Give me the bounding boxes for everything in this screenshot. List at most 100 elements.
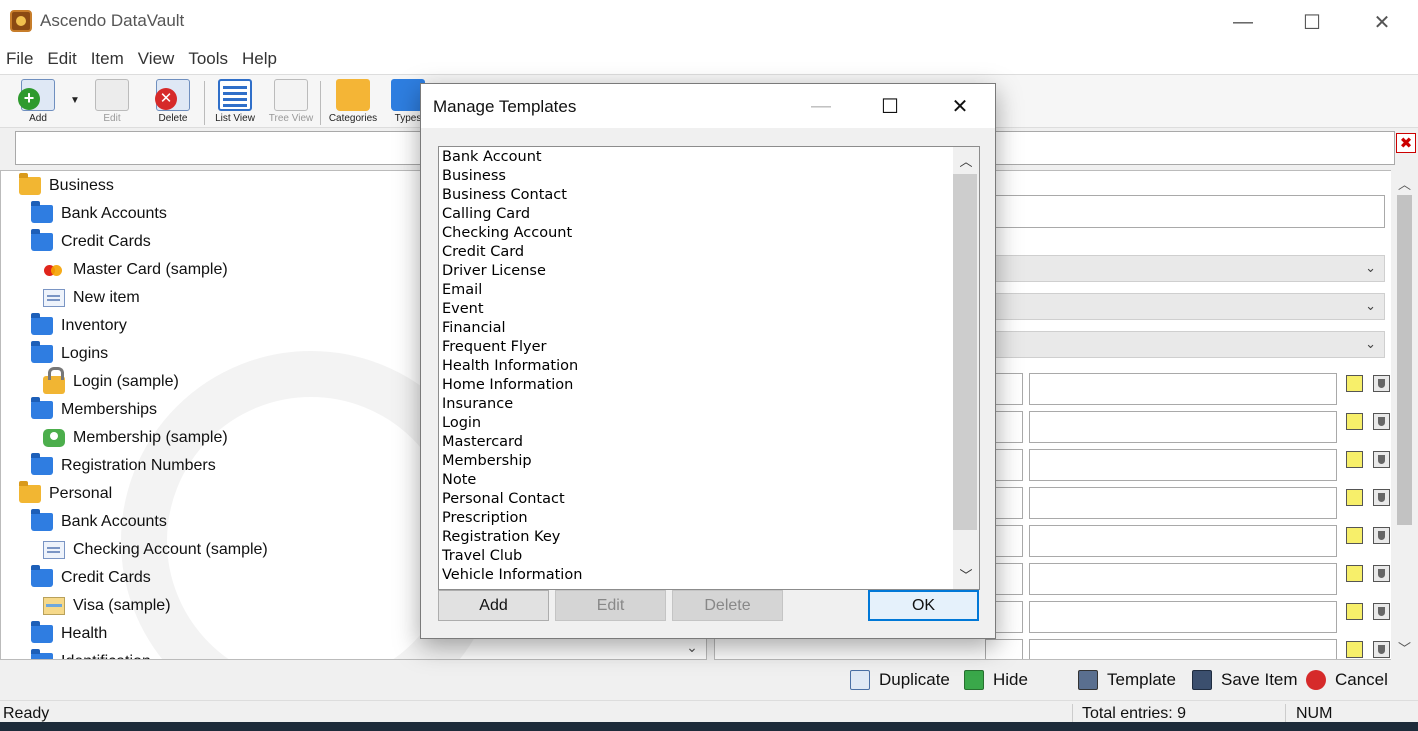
mask-field-icon[interactable] <box>1373 375 1390 392</box>
add-button[interactable]: + Add <box>8 79 68 127</box>
copy-clipboard-icon[interactable] <box>1346 527 1363 544</box>
ok-button[interactable]: OK <box>868 590 979 621</box>
cancel-button[interactable]: Cancel <box>1306 668 1388 692</box>
tree-item-category[interactable]: Registration Numbers <box>31 452 216 480</box>
delete-button[interactable]: ✕ Delete <box>143 79 203 127</box>
mask-field-icon[interactable] <box>1373 527 1390 544</box>
mask-field-icon[interactable] <box>1373 451 1390 468</box>
tree-item-category[interactable]: Health <box>31 620 107 648</box>
tree-item-category[interactable]: Business <box>19 172 114 200</box>
tree-item-entry[interactable]: Visa (sample) <box>43 592 171 620</box>
details-scrollbar[interactable]: ︿ ﹀ <box>1391 170 1418 660</box>
mask-field-icon[interactable] <box>1373 565 1390 582</box>
tree-item-entry[interactable]: New item <box>43 284 140 312</box>
save-item-button[interactable]: Save Item <box>1192 668 1298 692</box>
scroll-up-icon[interactable]: ︿ <box>1391 174 1418 194</box>
tree-item-category[interactable]: Identification <box>31 648 151 659</box>
tree-item-category[interactable]: Credit Cards <box>31 564 151 592</box>
mask-field-icon[interactable] <box>1373 413 1390 430</box>
template-delete-button[interactable]: Delete <box>672 590 783 621</box>
template-list-item[interactable]: Bank Account <box>442 148 542 167</box>
templates-scrollbar-thumb[interactable] <box>953 174 977 530</box>
tree-item-category[interactable]: Logins <box>31 340 108 368</box>
menu-edit[interactable]: Edit <box>47 49 76 69</box>
copy-clipboard-icon[interactable] <box>1346 375 1363 392</box>
minimize-button[interactable]: — <box>1208 0 1278 44</box>
edit-button[interactable]: Edit <box>82 79 142 127</box>
template-list-item[interactable]: Email <box>442 281 482 300</box>
template-list-item[interactable]: Credit Card <box>442 243 524 262</box>
tree-item-entry[interactable]: Master Card (sample) <box>43 256 228 284</box>
copy-clipboard-icon[interactable] <box>1346 565 1363 582</box>
scroll-down-icon[interactable]: ﹀ <box>1391 638 1418 658</box>
mask-field-icon[interactable] <box>1373 489 1390 506</box>
copy-clipboard-icon[interactable] <box>1346 489 1363 506</box>
list-view-button[interactable]: List View <box>205 79 265 127</box>
menu-view[interactable]: View <box>138 49 175 69</box>
mask-field-icon[interactable] <box>1373 641 1390 658</box>
menu-file[interactable]: File <box>6 49 33 69</box>
field-value-input[interactable] <box>1029 563 1337 595</box>
template-list-item[interactable]: Prescription <box>442 509 528 528</box>
template-add-button[interactable]: Add <box>438 590 549 621</box>
copy-clipboard-icon[interactable] <box>1346 451 1363 468</box>
template-list-item[interactable]: Login <box>442 414 481 433</box>
field-value-input[interactable] <box>1029 449 1337 481</box>
dialog-close-button[interactable]: ✕ <box>925 84 995 128</box>
template-list-item[interactable]: Business Contact <box>442 186 567 205</box>
template-list-item[interactable]: Vehicle Information <box>442 566 582 585</box>
field-value-input[interactable] <box>1029 487 1337 519</box>
menu-item[interactable]: Item <box>91 49 124 69</box>
tree-scroll-down-icon[interactable]: ⌄ <box>681 637 703 657</box>
field-value-input[interactable] <box>1029 525 1337 557</box>
template-list-item[interactable]: Financial <box>442 319 506 338</box>
field-label-input[interactable] <box>985 639 1023 659</box>
tree-view-button[interactable]: Tree View <box>261 79 321 127</box>
template-list-item[interactable]: Frequent Flyer <box>442 338 546 357</box>
template-list-item[interactable]: Health Information <box>442 357 578 376</box>
duplicate-button[interactable]: Duplicate <box>850 668 950 692</box>
menu-help[interactable]: Help <box>242 49 277 69</box>
close-button[interactable]: ✕ <box>1347 0 1417 44</box>
tree-item-category[interactable]: Bank Accounts <box>31 200 167 228</box>
template-edit-button[interactable]: Edit <box>555 590 666 621</box>
copy-clipboard-icon[interactable] <box>1346 413 1363 430</box>
template-list-item[interactable]: Mastercard <box>442 433 523 452</box>
templates-list[interactable]: Vehicle Information Travel Club Registrati… <box>438 146 980 590</box>
clear-search-icon[interactable]: ✖ <box>1396 133 1416 153</box>
dialog-maximize-button[interactable]: ☐ <box>855 84 925 128</box>
tree-item-category[interactable]: Memberships <box>31 396 157 424</box>
tree-item-entry[interactable]: Membership (sample) <box>43 424 228 452</box>
field-value-input[interactable] <box>1029 373 1337 405</box>
scrollbar-thumb[interactable] <box>1397 195 1412 525</box>
tree-item-category[interactable]: Credit Cards <box>31 228 151 256</box>
tree-item-category[interactable]: Inventory <box>31 312 127 340</box>
template-list-item[interactable]: Driver License <box>442 262 546 281</box>
field-value-input[interactable] <box>1029 601 1337 633</box>
template-list-item[interactable]: Personal Contact <box>442 490 565 509</box>
templates-scroll-down-icon[interactable]: ﹀ <box>953 565 979 585</box>
template-list-item[interactable]: Membership <box>442 452 532 471</box>
add-dropdown-arrow-icon[interactable]: ▼ <box>70 95 80 106</box>
menu-tools[interactable]: Tools <box>188 49 228 69</box>
template-button[interactable]: Template <box>1078 668 1176 692</box>
tree-item-category[interactable]: Personal <box>19 480 112 508</box>
field-value-input[interactable] <box>1029 639 1337 659</box>
mask-field-icon[interactable] <box>1373 603 1390 620</box>
template-list-item[interactable]: Business <box>442 167 506 186</box>
template-list-item[interactable]: Calling Card <box>442 205 530 224</box>
template-list-item[interactable]: Note <box>442 471 476 490</box>
tree-item-entry[interactable]: Checking Account (sample) <box>43 536 268 564</box>
templates-scrollbar[interactable]: ︿ ﹀ <box>953 147 979 589</box>
field-value-input[interactable] <box>1029 411 1337 443</box>
template-combo[interactable]: ⌄ <box>985 331 1385 358</box>
tree-item-category[interactable]: Bank Accounts <box>31 508 167 536</box>
type-combo[interactable]: ⌄ <box>985 293 1385 320</box>
categories-button[interactable]: Categories <box>323 79 383 127</box>
template-list-item[interactable]: Checking Account <box>442 224 572 243</box>
template-list-item[interactable]: Travel Club <box>442 547 522 566</box>
template-list-item[interactable]: Home Information <box>442 376 573 395</box>
item-title-field[interactable] <box>985 195 1385 228</box>
tree-item-entry[interactable]: Login (sample) <box>43 367 179 396</box>
maximize-button[interactable]: ☐ <box>1277 0 1347 44</box>
